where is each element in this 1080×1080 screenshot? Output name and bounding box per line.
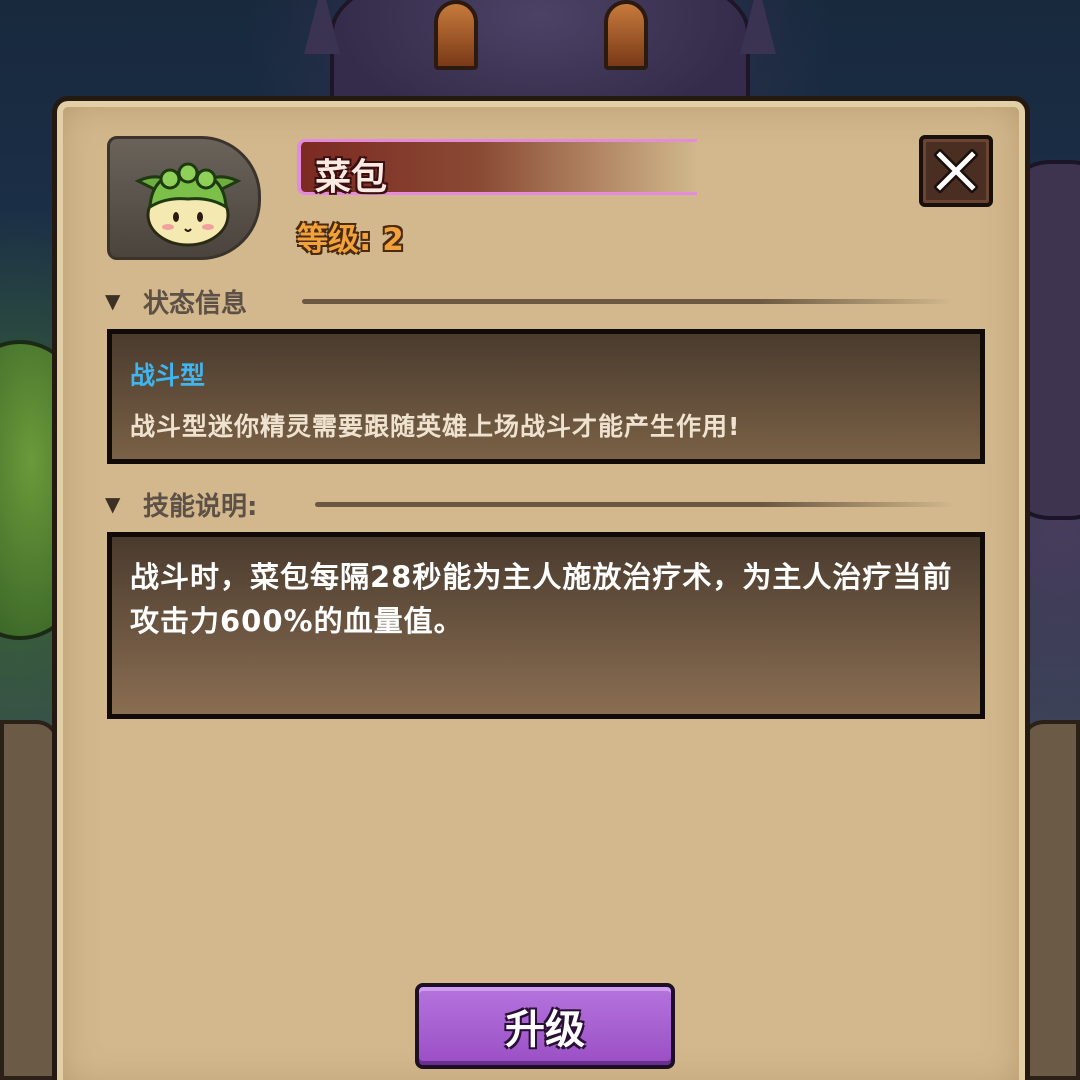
section-divider (302, 299, 952, 304)
section-divider (315, 502, 955, 507)
tower-window (604, 0, 648, 70)
frame-pillar-left (0, 720, 60, 1080)
skill-section-header[interactable]: ▼ 技能说明: (105, 484, 257, 524)
close-button[interactable] (919, 135, 993, 207)
tower-spike (304, 0, 340, 54)
sprite-info-dialog: 菜包 等级: 2 ▼ 状态信息 战斗型 战斗型迷你精灵需要跟随英雄上场战斗才能产… (52, 96, 1030, 1080)
tower-spike (740, 0, 776, 54)
sprite-type-description: 战斗型迷你精灵需要跟随英雄上场战斗才能产生作用! (130, 412, 741, 441)
skill-section-title: 技能说明: (143, 491, 258, 522)
upgrade-button-label: 升级 (505, 1007, 585, 1053)
skill-description: 战斗时，菜包每隔28秒能为主人施放治疗术，为主人治疗当前攻击力600%的血量值。 (130, 560, 953, 638)
sprite-portrait (107, 136, 261, 260)
status-section-header[interactable]: ▼ 状态信息 (105, 281, 247, 321)
sprite-name-banner: 菜包 (297, 139, 697, 198)
status-section-title: 状态信息 (143, 288, 248, 319)
upgrade-button[interactable]: 升级 (415, 983, 675, 1069)
collapse-triangle-icon: ▼ (105, 289, 121, 313)
leaf-sprite-icon (134, 162, 242, 247)
tower-window (434, 0, 478, 70)
close-icon (934, 149, 978, 193)
sprite-level: 等级: 2 (297, 222, 404, 258)
collapse-triangle-icon: ▼ (105, 492, 121, 516)
sprite-name: 菜包 (315, 157, 388, 198)
sprite-type: 战斗型 (130, 361, 206, 390)
status-info-box: 战斗型 战斗型迷你精灵需要跟随英雄上场战斗才能产生作用! (107, 329, 985, 464)
skill-description-box: 战斗时，菜包每隔28秒能为主人施放治疗术，为主人治疗当前攻击力600%的血量值。 (107, 532, 985, 719)
